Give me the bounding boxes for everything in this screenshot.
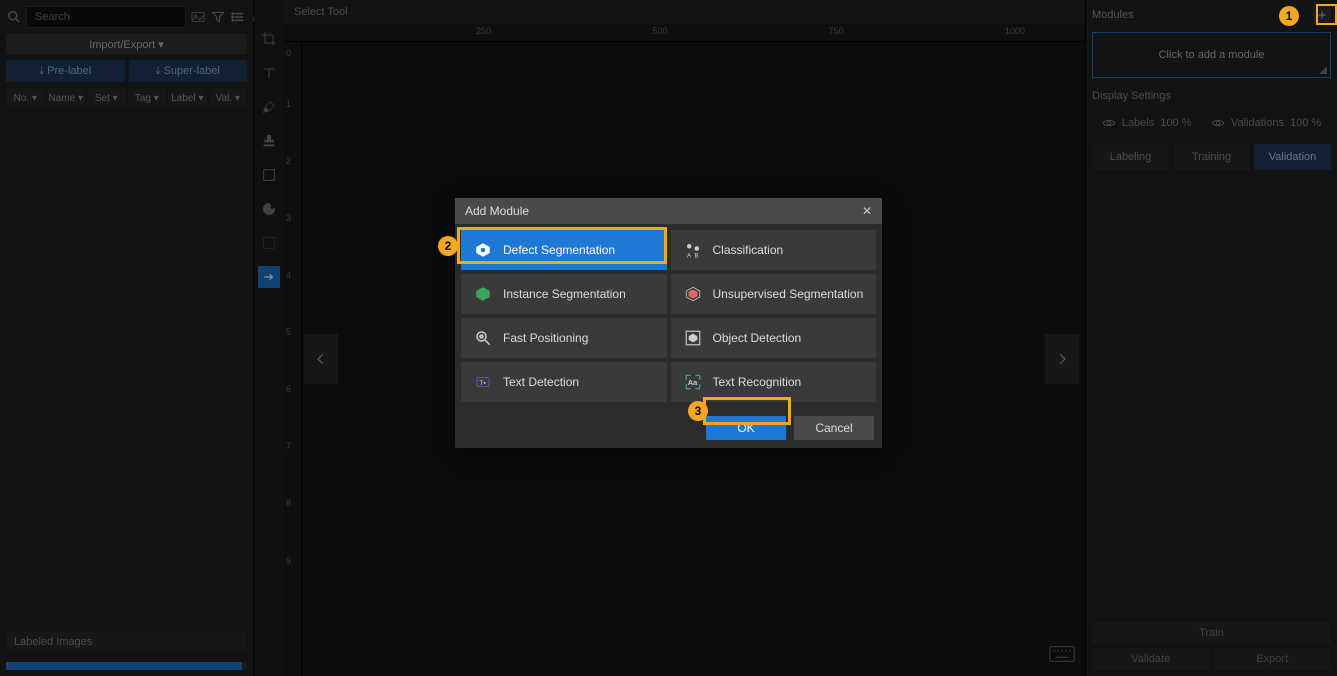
svg-text:A: A [687,254,691,260]
callout-badge-3: 3 [688,401,708,421]
module-fast-positioning[interactable]: Fast Positioning [461,318,667,358]
module-label: Fast Positioning [503,331,588,345]
module-classification[interactable]: AB Classification [671,230,877,270]
module-text-recognition[interactable]: Aa Text Recognition [671,362,877,402]
instance-seg-icon [473,284,493,304]
text-rec-icon: Aa [683,372,703,392]
close-icon[interactable]: ✕ [862,204,872,218]
ok-button[interactable]: OK [706,416,786,440]
svg-text:Aa: Aa [687,378,697,387]
fast-pos-icon [473,328,493,348]
cancel-button[interactable]: Cancel [794,416,874,440]
module-label: Object Detection [713,331,802,345]
module-label: Text Detection [503,375,579,389]
defect-seg-icon [473,240,493,260]
callout-badge-2: 2 [438,236,458,256]
module-label: Classification [713,243,784,257]
module-label: Defect Segmentation [503,243,615,257]
module-label: Instance Segmentation [503,287,626,301]
callout-badge-1: 1 [1279,6,1299,26]
module-object-detection[interactable]: Object Detection [671,318,877,358]
svg-text:T▪: T▪ [479,380,486,387]
add-module-dialog: Add Module ✕ Defect Segmentation AB Clas… [455,198,882,448]
module-unsupervised-segmentation[interactable]: Unsupervised Segmentation [671,274,877,314]
module-label: Unsupervised Segmentation [713,287,864,301]
text-det-icon: T▪ [473,372,493,392]
dialog-title: Add Module [465,204,529,218]
module-label: Text Recognition [713,375,802,389]
obj-det-icon [683,328,703,348]
unsup-seg-icon [683,284,703,304]
classification-icon: AB [683,240,703,260]
svg-text:B: B [694,254,698,260]
module-text-detection[interactable]: T▪ Text Detection [461,362,667,402]
module-instance-segmentation[interactable]: Instance Segmentation [461,274,667,314]
module-defect-segmentation[interactable]: Defect Segmentation [461,230,667,270]
